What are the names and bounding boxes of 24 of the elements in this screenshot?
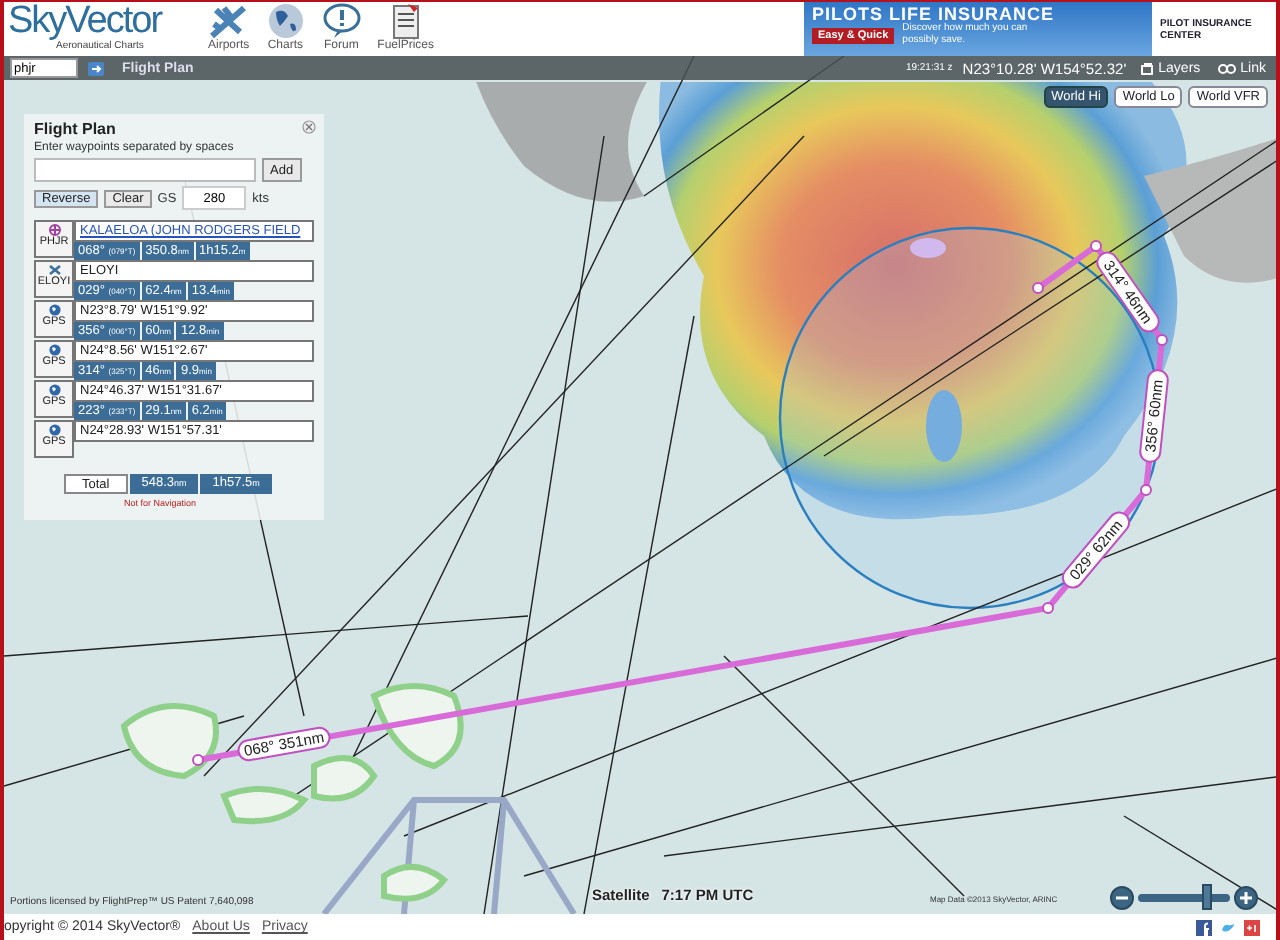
plus-one-icon[interactable] xyxy=(1244,919,1260,935)
link-icon xyxy=(1218,63,1237,73)
minus-icon xyxy=(1116,891,1128,903)
globe-icon xyxy=(47,384,61,396)
logo[interactable]: SkyVector xyxy=(8,4,192,40)
zoom-slider-thumb[interactable] xyxy=(1202,884,1212,910)
waypoint-field[interactable] xyxy=(34,158,256,182)
zoom-out-button[interactable] xyxy=(1110,885,1134,909)
airplane-icon xyxy=(208,2,249,40)
globe-icon xyxy=(47,344,61,356)
plus-icon xyxy=(1240,891,1252,903)
zoom-in-button[interactable] xyxy=(1234,885,1258,909)
layers-icon xyxy=(1140,61,1155,75)
close-icon[interactable] xyxy=(302,120,316,134)
globe-icon xyxy=(47,304,61,316)
globe-icon xyxy=(47,424,61,436)
globe-icon xyxy=(265,2,306,40)
ad-headline: PILOTS LIFE INSURANCE xyxy=(812,4,1057,24)
go-icon[interactable] xyxy=(88,61,104,75)
panel-title: Flight Plan xyxy=(34,120,116,138)
airport-icon xyxy=(47,224,61,236)
cross-icon xyxy=(47,264,61,276)
facebook-icon[interactable] xyxy=(1196,919,1212,935)
zoom-slider[interactable] xyxy=(1138,884,1230,910)
